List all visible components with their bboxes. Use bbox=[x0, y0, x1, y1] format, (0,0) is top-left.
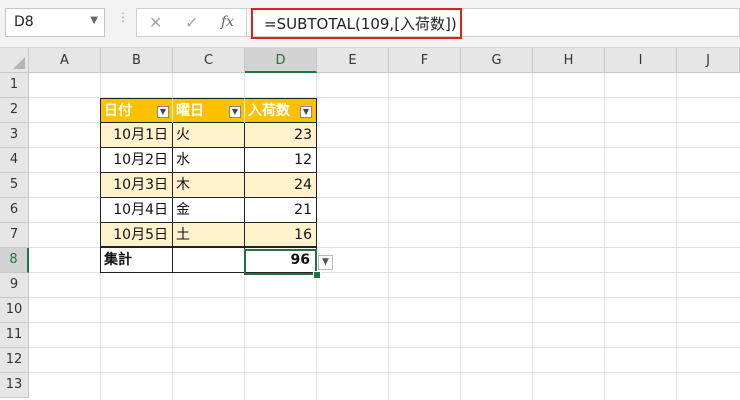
gridline bbox=[29, 372, 740, 373]
table-cell-date[interactable]: 10月1日 bbox=[100, 123, 173, 148]
filter-dropdown-icon[interactable]: ▼ bbox=[300, 106, 312, 118]
filter-dropdown-icon[interactable]: ▼ bbox=[229, 106, 241, 118]
table-cell-day[interactable]: 金 bbox=[173, 198, 245, 223]
row-header-4[interactable]: 4 bbox=[0, 148, 29, 173]
row-header-6[interactable]: 6 bbox=[0, 198, 29, 223]
column-header-i[interactable]: I bbox=[605, 48, 677, 73]
table-header-day[interactable]: 曜日 ▼ bbox=[173, 98, 245, 123]
table-cell-date[interactable]: 10月5日 bbox=[100, 223, 173, 248]
table-cell-date[interactable]: 10月3日 bbox=[100, 173, 173, 198]
filter-dropdown-icon[interactable]: ▼ bbox=[157, 106, 169, 118]
table-cell-date[interactable]: 10月4日 bbox=[100, 198, 173, 223]
row-header-3[interactable]: 3 bbox=[0, 123, 29, 148]
table-cell-day[interactable]: 木 bbox=[173, 173, 245, 198]
column-header-b[interactable]: B bbox=[101, 48, 173, 73]
name-box-dropdown-icon[interactable]: ▼ bbox=[90, 15, 98, 26]
row-header-2[interactable]: 2 bbox=[0, 98, 29, 123]
row-header-7[interactable]: 7 bbox=[0, 223, 29, 248]
table-header-date[interactable]: 日付 ▼ bbox=[100, 98, 173, 123]
select-all-icon bbox=[13, 57, 25, 69]
insert-function-icon[interactable]: fx bbox=[221, 14, 234, 30]
column-header-h[interactable]: H bbox=[533, 48, 605, 73]
table-header-date-label: 日付 bbox=[104, 103, 132, 119]
select-all-button[interactable] bbox=[0, 48, 29, 73]
table-cell-qty[interactable]: 23 bbox=[245, 123, 317, 148]
total-function-dropdown-icon[interactable]: ▼ bbox=[318, 255, 333, 270]
table-cell-day[interactable]: 水 bbox=[173, 148, 245, 173]
table-cell-date[interactable]: 10月2日 bbox=[100, 148, 173, 173]
row-header-8[interactable]: 8 bbox=[0, 248, 29, 273]
table-cell-qty[interactable]: 21 bbox=[245, 198, 317, 223]
table-header-qty[interactable]: 入荷数 ▼ bbox=[245, 98, 317, 123]
column-header-a[interactable]: A bbox=[29, 48, 101, 73]
name-box[interactable]: D8 ▼ bbox=[5, 8, 105, 37]
gridline bbox=[29, 347, 740, 348]
formula-buttons: ✕ ✓ fx bbox=[136, 8, 246, 37]
row-header-9[interactable]: 9 bbox=[0, 273, 29, 298]
column-header-e[interactable]: E bbox=[317, 48, 389, 73]
formula-bar: D8 ▼ ⋮ ✕ ✓ fx =SUBTOTAL(109,[入荷数]) bbox=[0, 0, 740, 48]
name-box-value: D8 bbox=[14, 14, 34, 30]
fill-handle[interactable] bbox=[313, 271, 321, 279]
row-header-1[interactable]: 1 bbox=[0, 73, 29, 98]
table-cell-day[interactable]: 火 bbox=[173, 123, 245, 148]
column-header-j[interactable]: J bbox=[677, 48, 740, 73]
row-header-12[interactable]: 12 bbox=[0, 348, 29, 373]
formula-text[interactable]: =SUBTOTAL(109,[入荷数]) bbox=[264, 13, 457, 34]
gridline bbox=[29, 297, 740, 298]
active-cell-border bbox=[244, 249, 317, 275]
table-header-day-label: 曜日 bbox=[176, 103, 204, 119]
column-header-g[interactable]: G bbox=[461, 48, 533, 73]
column-header-c[interactable]: C bbox=[173, 48, 245, 73]
column-header-d[interactable]: D bbox=[245, 48, 317, 73]
row-header-11[interactable]: 11 bbox=[0, 323, 29, 348]
column-header-f[interactable]: F bbox=[389, 48, 461, 73]
table-cell-qty[interactable]: 24 bbox=[245, 173, 317, 198]
table-header-qty-label: 入荷数 bbox=[248, 103, 290, 119]
row-header-13[interactable]: 13 bbox=[0, 373, 29, 398]
table-cell-day[interactable]: 土 bbox=[173, 223, 245, 248]
table-cell-qty[interactable]: 12 bbox=[245, 148, 317, 173]
enter-icon[interactable]: ✓ bbox=[185, 13, 198, 32]
total-empty-cell[interactable] bbox=[173, 248, 245, 273]
table-cell-qty[interactable]: 16 bbox=[245, 223, 317, 248]
row-header-5[interactable]: 5 bbox=[0, 173, 29, 198]
grip-icon[interactable]: ⋮ bbox=[117, 11, 129, 31]
gridline bbox=[29, 322, 740, 323]
total-label[interactable]: 集計 bbox=[100, 248, 173, 273]
row-header-10[interactable]: 10 bbox=[0, 298, 29, 323]
cancel-icon[interactable]: ✕ bbox=[149, 13, 162, 32]
